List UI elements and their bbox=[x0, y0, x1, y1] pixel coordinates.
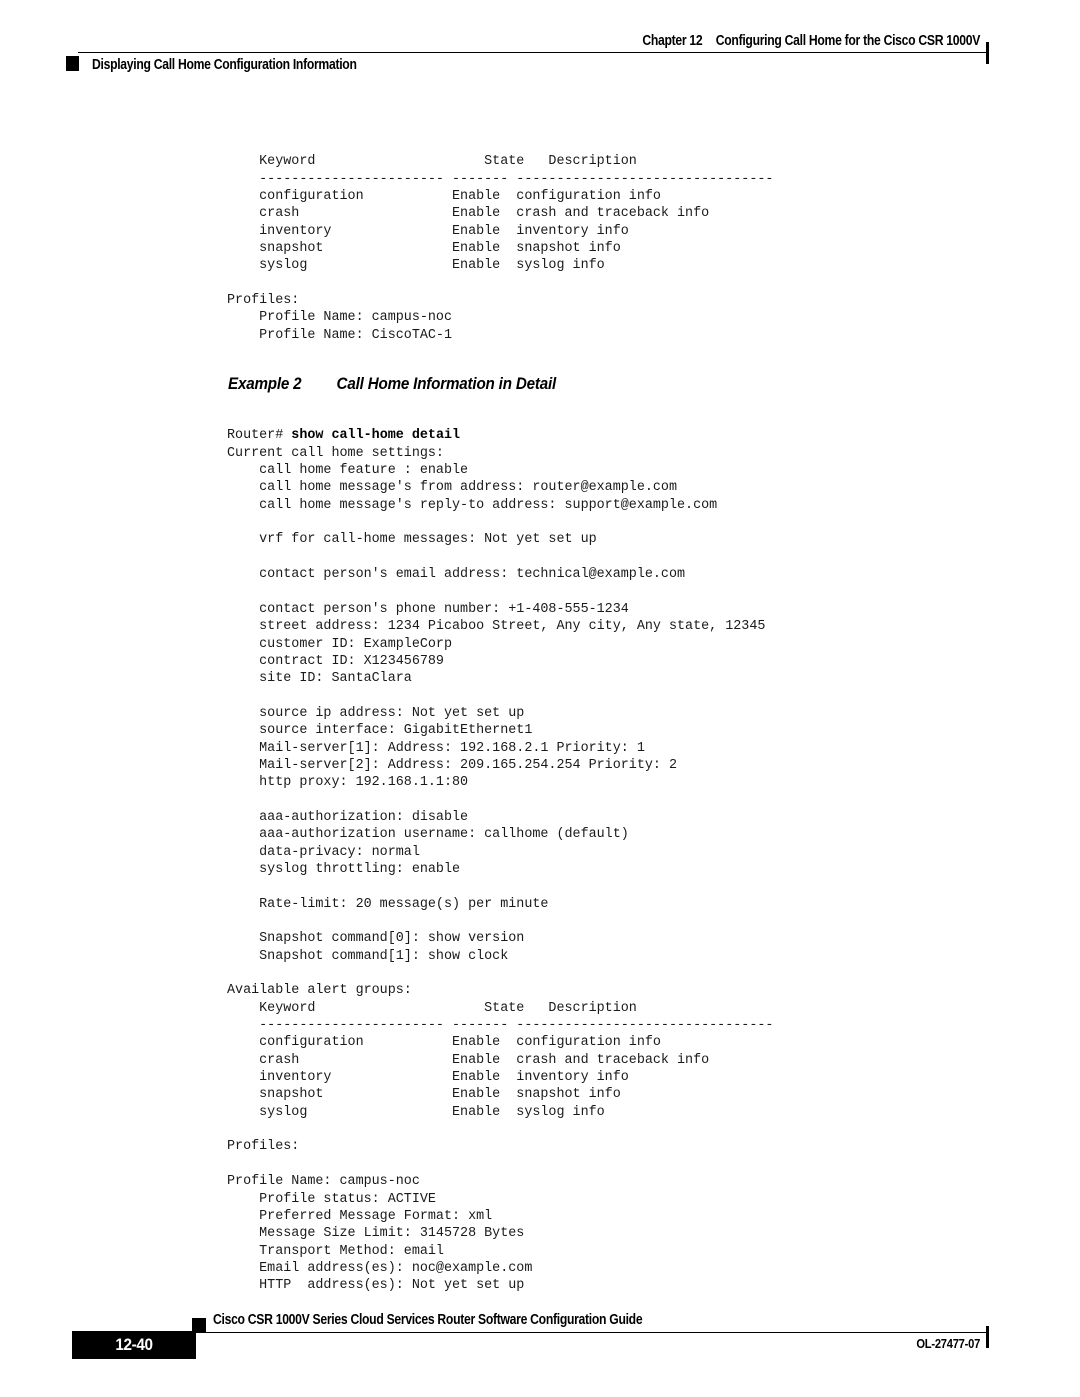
header-rule-endcap bbox=[986, 42, 989, 64]
header-chapter-label: Chapter 12 bbox=[642, 33, 703, 49]
header-section-title: Displaying Call Home Configuration Infor… bbox=[92, 57, 357, 73]
example-number: Example 2 bbox=[228, 375, 302, 393]
footer-rule-endcap bbox=[986, 1326, 989, 1348]
header-rule bbox=[78, 52, 988, 53]
header-chapter-title: Configuring Call Home for the Cisco CSR … bbox=[715, 33, 981, 49]
footer-page-number: 12-40 bbox=[115, 1335, 153, 1354]
code-block-call-home-detail: Router# show call-home detail Current ca… bbox=[227, 428, 774, 1294]
footer-guide-title: Cisco CSR 1000V Series Cloud Services Ro… bbox=[213, 1312, 643, 1328]
header-marker-square bbox=[66, 56, 79, 71]
header-chapter: Chapter 12 Configuring Call Home for the … bbox=[642, 33, 980, 49]
footer-rule bbox=[196, 1332, 988, 1333]
example-title: Call Home Information in Detail bbox=[336, 375, 557, 393]
cli-command: show call-home detail bbox=[291, 428, 461, 444]
example-heading: Example 2 Call Home Information in Detail bbox=[228, 375, 556, 394]
code-block-alert-groups-summary: Keyword State Description --------------… bbox=[227, 154, 774, 343]
footer-document-id: OL-27477-07 bbox=[916, 1336, 980, 1351]
page-header: Chapter 12 Configuring Call Home for the … bbox=[0, 0, 1080, 90]
